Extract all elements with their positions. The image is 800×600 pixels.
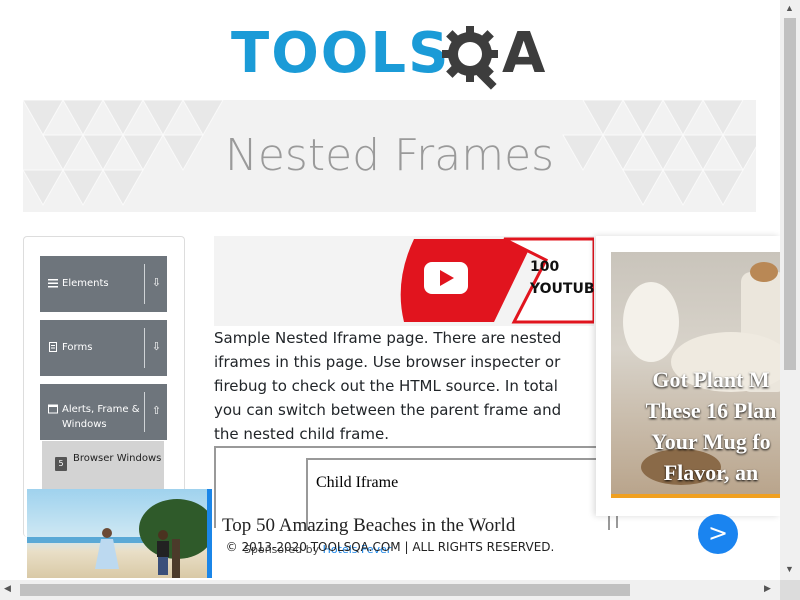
right-ad-line: Your Mug fo (651, 429, 771, 454)
html5-icon: 5 (55, 457, 67, 471)
right-ad-line: Got Plant M (652, 367, 770, 392)
menu-icon (48, 279, 58, 288)
page-banner: Nested Frames (23, 100, 756, 212)
vertical-scrollbar[interactable]: ▲ ▼ (780, 0, 800, 580)
scroll-down-arrow-icon[interactable]: ▼ (785, 564, 794, 574)
toolsqa-logo[interactable]: TOOLS A (228, 20, 558, 90)
youtube-ad-text: 100 YOUTUBE (530, 259, 594, 297)
right-ad-text: Got Plant M These 16 Plan Your Mug fo Fl… (611, 364, 780, 488)
nav-group-forms[interactable]: Forms ⇩ (40, 320, 167, 376)
horizontal-scrollbar[interactable]: ◀ ▶ (0, 580, 780, 600)
scroll-right-arrow-icon[interactable]: ▶ (764, 583, 771, 594)
scrollbar-corner (780, 580, 800, 600)
logo-text-tools: TOOLS (231, 21, 451, 86)
page-title: Nested Frames (224, 130, 555, 181)
download-icon: ⇩ (151, 340, 161, 353)
right-side-ad[interactable]: Got Plant M These 16 Plan Your Mug fo Fl… (596, 236, 780, 516)
divider (144, 392, 145, 432)
nav-group-label: Forms (62, 342, 93, 353)
footer-copyright: © 2013-2020 TOOLSQA.COM | ALL RIGHTS RES… (225, 540, 555, 554)
beach-illustration (27, 499, 209, 578)
nav-item-browser-windows[interactable]: 5 Browser Windows (42, 441, 164, 489)
horizontal-scroll-thumb[interactable] (20, 584, 630, 596)
window-icon (48, 404, 58, 414)
frame-description: Sample Nested Iframe page. There are nes… (214, 329, 562, 443)
nav-group-elements[interactable]: Elements ⇩ (40, 256, 167, 312)
nav-group-label: Elements (62, 278, 109, 289)
bottom-ad-accent-bar (207, 489, 212, 578)
divider (144, 264, 145, 304)
youtube-ad[interactable]: 100 YOUTUBE (214, 236, 594, 326)
vertical-scroll-thumb[interactable] (784, 18, 796, 370)
beach-photo (27, 489, 209, 578)
bottom-ad-headline[interactable]: Top 50 Amazing Beaches in the World (222, 515, 515, 537)
bottom-ad[interactable]: Top 50 Amazing Beaches in the World Spon… (0, 489, 780, 578)
gear-search-icon (442, 26, 498, 90)
form-icon (49, 342, 57, 352)
nav-item-label: Browser Windows (73, 453, 162, 464)
right-ad-line: These 16 Plan (645, 398, 777, 423)
nav-group-alerts-frame-windows[interactable]: Alerts, Frame & Windows ⇧ (40, 384, 167, 440)
divider (144, 328, 145, 368)
right-ad-line: Flavor, an (663, 460, 759, 485)
scroll-up-arrow-icon[interactable]: ▲ (785, 3, 794, 13)
scroll-left-arrow-icon[interactable]: ◀ (4, 583, 11, 594)
logo-text-a: A (502, 21, 546, 86)
upload-icon: ⇧ (151, 404, 161, 417)
download-icon: ⇩ (151, 276, 161, 289)
nav-group-label: Alerts, Frame & Windows (62, 404, 140, 430)
